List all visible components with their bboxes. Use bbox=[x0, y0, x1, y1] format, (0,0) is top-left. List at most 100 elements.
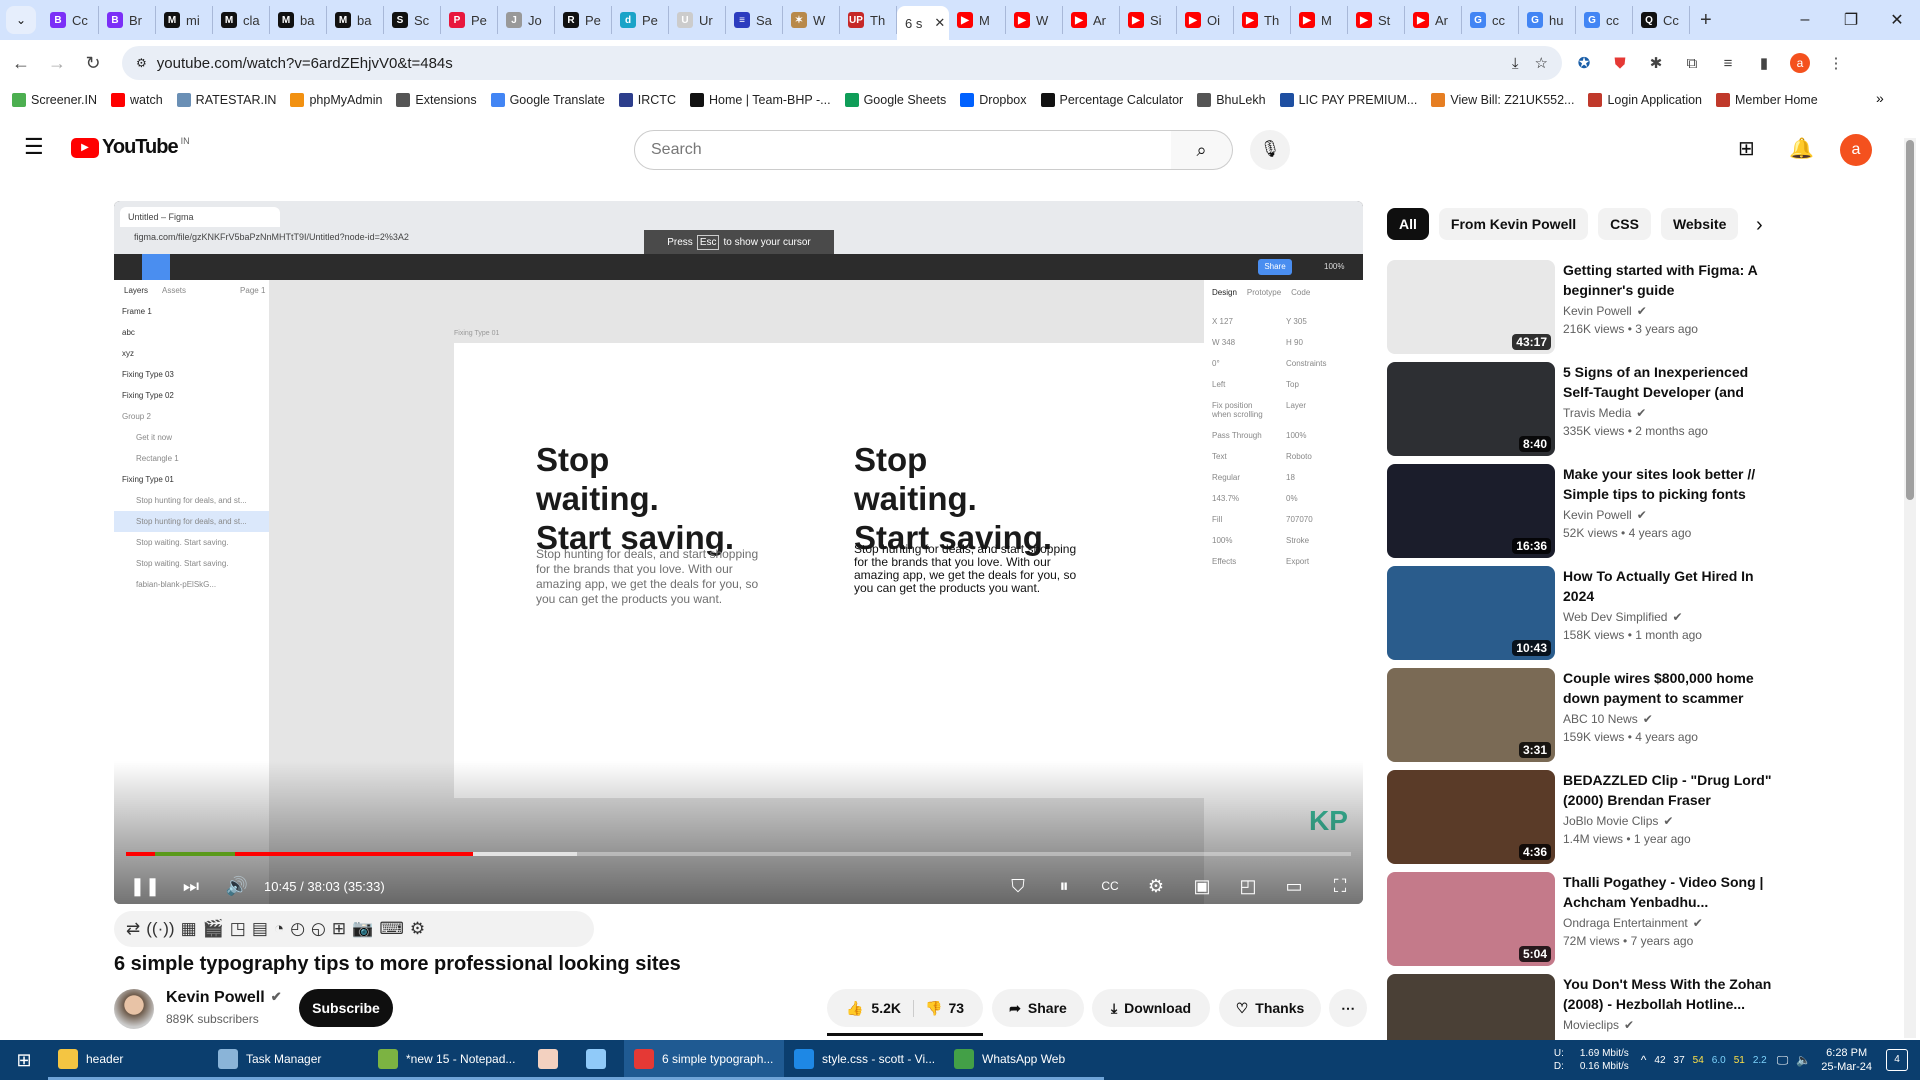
subscribe-button[interactable]: Subscribe bbox=[299, 989, 393, 1027]
taskbar-app[interactable]: Task Manager bbox=[208, 1040, 368, 1080]
tab[interactable]: J Jo bbox=[498, 6, 555, 34]
recommended-title[interactable]: Getting started with Figma: A beginner's… bbox=[1563, 260, 1773, 300]
loop-icon[interactable]: ⇄ bbox=[126, 919, 140, 939]
filter-chip[interactable]: Website bbox=[1660, 208, 1739, 240]
video-thumbnail[interactable]: 3:31 bbox=[1387, 668, 1555, 762]
tab[interactable]: Gcc bbox=[1576, 6, 1633, 34]
recommended-title[interactable]: Couple wires $800,000 home down payment … bbox=[1563, 668, 1773, 708]
tab-active[interactable]: 6 s ✕ bbox=[897, 6, 949, 40]
video-thumbnail[interactable]: 16:36 bbox=[1387, 464, 1555, 558]
tab[interactable]: Mmi bbox=[156, 6, 213, 34]
recommended-channel[interactable]: Movieclips ✔ bbox=[1563, 1018, 1634, 1032]
tab-search-button[interactable]: ⌄ bbox=[6, 6, 36, 34]
tab[interactable]: ▶ Ar bbox=[1063, 6, 1120, 34]
tab[interactable]: P Pe bbox=[441, 6, 498, 34]
bookmark-star-icon[interactable]: ☆ bbox=[1535, 54, 1548, 72]
autoplay-toggle[interactable]: ⏸ bbox=[1041, 876, 1087, 897]
more-bookmarks-chevron[interactable]: » bbox=[1876, 90, 1884, 106]
recommended-video[interactable]: 10:43 How To Actually Get Hired In 2024 We… bbox=[1387, 566, 1787, 660]
notification-center-icon[interactable]: 4 bbox=[1886, 1049, 1908, 1071]
tab[interactable]: ▶ St bbox=[1348, 6, 1405, 34]
tab[interactable]: S Sc bbox=[384, 6, 441, 34]
volume-button[interactable]: 🔊 bbox=[214, 876, 260, 897]
scrollbar-thumb[interactable] bbox=[1906, 140, 1914, 500]
bookmark-item[interactable]: Screener.IN bbox=[12, 93, 97, 107]
keyboard-icon[interactable]: ⌨ bbox=[379, 919, 404, 939]
tab[interactable]: d Pe bbox=[612, 6, 669, 34]
dislike-button[interactable]: 👎 73 bbox=[921, 1000, 964, 1017]
recommended-title[interactable]: You Don't Mess With the Zohan (2008) - H… bbox=[1563, 974, 1773, 1014]
filter-chip[interactable]: All bbox=[1387, 208, 1429, 240]
next-button[interactable]: ⏭ bbox=[168, 876, 214, 897]
pause-button[interactable]: ❚❚ bbox=[122, 876, 168, 897]
install-app-icon[interactable]: ⤓ bbox=[1512, 55, 1519, 72]
voice-search-button[interactable]: 🎙 bbox=[1250, 130, 1290, 170]
extensions-puzzle-icon[interactable]: ⧉ bbox=[1678, 55, 1706, 72]
create-video-icon[interactable]: ⊞ bbox=[1738, 136, 1755, 161]
filter-chip[interactable]: From Kevin Powell bbox=[1438, 208, 1589, 240]
recommended-channel[interactable]: JoBlo Movie Clips ✔ bbox=[1563, 814, 1673, 828]
thanks-button[interactable]: ♡ Thanks bbox=[1219, 989, 1321, 1027]
speed-icon[interactable]: ◴ bbox=[290, 919, 305, 939]
network-icon[interactable]: 🖵 bbox=[1777, 1053, 1789, 1068]
taskbar-app[interactable]: WhatsApp Web bbox=[944, 1040, 1104, 1080]
tab[interactable]: ▶ M bbox=[949, 6, 1006, 34]
recommended-title[interactable]: 5 Signs of an Inexperienced Self-Taught … bbox=[1563, 362, 1773, 402]
tray-indicator[interactable]: 42 bbox=[1654, 1055, 1665, 1066]
theater-mode-button[interactable]: ▭ bbox=[1271, 876, 1317, 897]
bug-extension-icon[interactable]: ✱ bbox=[1642, 54, 1670, 72]
more-actions-button[interactable]: ⋯ bbox=[1329, 989, 1367, 1027]
taskbar-app[interactable] bbox=[576, 1040, 624, 1080]
progress-bar[interactable] bbox=[126, 852, 1351, 856]
tab[interactable]: ≡ Sa bbox=[726, 6, 783, 34]
tray-indicator[interactable]: 51 bbox=[1734, 1055, 1745, 1066]
tab[interactable]: Ghu bbox=[1519, 6, 1576, 34]
adblock-extension-icon[interactable]: ⛊ bbox=[1606, 55, 1634, 72]
captions-button[interactable]: CC bbox=[1087, 879, 1133, 893]
video-thumbnail[interactable]: 8:40 bbox=[1387, 362, 1555, 456]
site-info-icon[interactable]: ⚙ bbox=[136, 56, 147, 70]
bookmark-item[interactable]: watch bbox=[111, 93, 163, 107]
bookmark-item[interactable]: Dropbox bbox=[960, 93, 1027, 107]
tab[interactable]: UP Th bbox=[840, 6, 897, 34]
recommended-video[interactable]: 5:04 Thalli Pogathey - Video Song | Achch… bbox=[1387, 872, 1787, 966]
filmstrip-icon[interactable]: ▤ bbox=[252, 919, 268, 939]
tab[interactable]: ▶ Si bbox=[1120, 6, 1177, 34]
bookmark-item[interactable]: Extensions bbox=[396, 93, 477, 107]
account-avatar[interactable]: a bbox=[1840, 134, 1872, 166]
extension-icon[interactable]: ✪ bbox=[1570, 54, 1598, 72]
video-thumbnail[interactable]: 43:17 bbox=[1387, 260, 1555, 354]
search-input[interactable]: Search bbox=[634, 130, 1172, 170]
tab[interactable]: ✶ W bbox=[783, 6, 840, 34]
back-button[interactable]: ← bbox=[6, 53, 36, 74]
recommended-video[interactable]: 3:31 Couple wires $800,000 home down paym… bbox=[1387, 668, 1787, 762]
tab[interactable]: R Pe bbox=[555, 6, 612, 34]
taskbar-app[interactable]: style.css - scott - Vi... bbox=[784, 1040, 944, 1080]
tab[interactable]: Q Cc bbox=[1633, 6, 1690, 34]
menu-hamburger-icon[interactable]: ☰ bbox=[24, 134, 44, 160]
taskbar-app[interactable]: 6 simple typograph... bbox=[624, 1040, 784, 1080]
tab[interactable]: ▶ Ar bbox=[1405, 6, 1462, 34]
sponsorblock-icon[interactable]: ⛉ bbox=[995, 876, 1041, 897]
filter-chip[interactable]: CSS bbox=[1598, 208, 1651, 240]
bookmark-item[interactable]: View Bill: Z21UK552... bbox=[1431, 93, 1574, 107]
bookmark-item[interactable]: IRCTC bbox=[618, 93, 676, 107]
bookmark-item[interactable]: Member Home bbox=[1716, 93, 1818, 107]
settings-gear-icon[interactable]: ⚙ bbox=[1133, 876, 1179, 897]
camera-icon[interactable]: 📷 bbox=[352, 919, 373, 939]
channel-name[interactable]: Kevin Powell bbox=[166, 989, 265, 1007]
bookmark-item[interactable]: Google Translate bbox=[490, 93, 605, 107]
tab-close-icon[interactable]: ✕ bbox=[934, 15, 945, 31]
tab[interactable]: Mcla bbox=[213, 6, 270, 34]
tab[interactable]: B Br bbox=[99, 6, 156, 34]
profile-avatar[interactable]: a bbox=[1786, 53, 1814, 73]
recommended-video[interactable]: 8:40 5 Signs of an Inexperienced Self-Tau… bbox=[1387, 362, 1787, 456]
minimize-button[interactable]: – bbox=[1782, 11, 1828, 29]
tab[interactable]: B Cc bbox=[42, 6, 99, 34]
recommended-channel[interactable]: Ondraga Entertainment ✔ bbox=[1563, 916, 1703, 930]
add-icon[interactable]: ⊞ bbox=[332, 919, 346, 939]
close-window-button[interactable]: ✕ bbox=[1874, 10, 1920, 30]
tab[interactable]: ▶ Th bbox=[1234, 6, 1291, 34]
fullscreen-button[interactable]: ⛶ bbox=[1317, 876, 1363, 897]
reload-button[interactable]: ↻ bbox=[78, 53, 108, 74]
